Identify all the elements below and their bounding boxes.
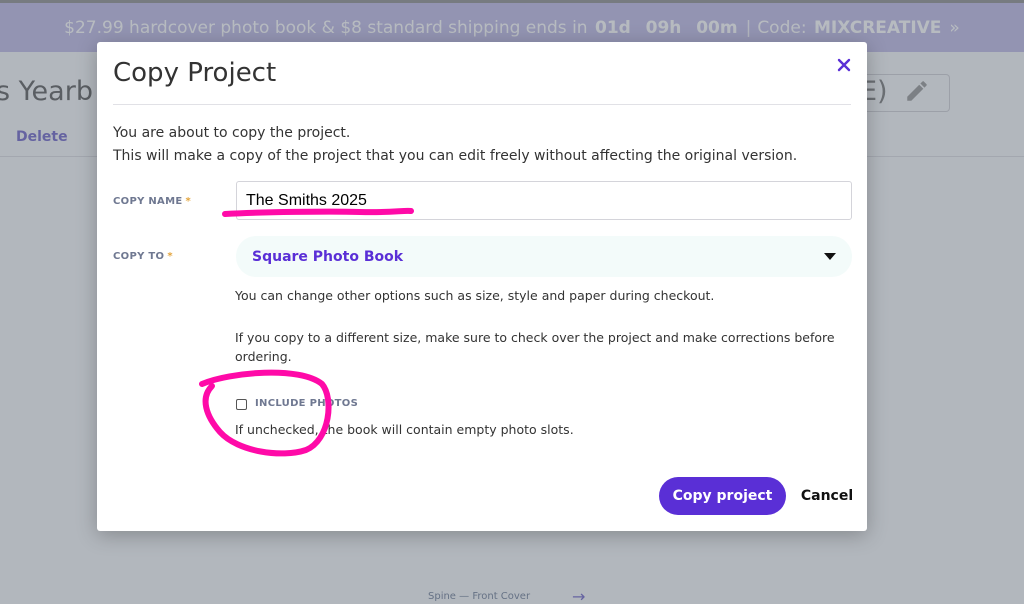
size-help-text: If you copy to a different size, make su… [235, 330, 835, 364]
copy-to-selected-value: Square Photo Book [252, 248, 404, 265]
caret-down-icon [824, 253, 836, 260]
intro-line-2: This will make a copy of the project tha… [113, 148, 798, 164]
cancel-button[interactable]: Cancel [798, 477, 856, 515]
close-button[interactable] [833, 54, 855, 76]
title-divider [113, 104, 851, 105]
copy-name-input[interactable] [236, 181, 852, 220]
copy-name-label-text: COPY NAME [113, 196, 183, 207]
copy-project-button[interactable]: Copy project [659, 477, 786, 515]
copy-project-dialog: Copy Project You are about to copy the p… [97, 42, 867, 531]
copy-to-label: COPY TO * [113, 251, 173, 262]
options-help-text: You can change other options such as siz… [235, 288, 715, 303]
copy-to-select[interactable]: Square Photo Book [236, 236, 852, 277]
required-mark: * [167, 251, 173, 262]
close-icon [837, 58, 851, 72]
required-mark: * [185, 196, 192, 207]
include-photos-checkbox[interactable] [236, 399, 247, 410]
copy-to-label-text: COPY TO [113, 251, 165, 262]
dialog-intro: You are about to copy the project. This … [113, 122, 797, 168]
copy-name-label: COPY NAME * [113, 196, 191, 207]
intro-line-1: You are about to copy the project. [113, 125, 351, 141]
dialog-title: Copy Project [113, 58, 277, 88]
include-photos-help: If unchecked, the book will contain empt… [235, 422, 574, 437]
include-photos-label[interactable]: INCLUDE PHOTOS [255, 398, 358, 409]
